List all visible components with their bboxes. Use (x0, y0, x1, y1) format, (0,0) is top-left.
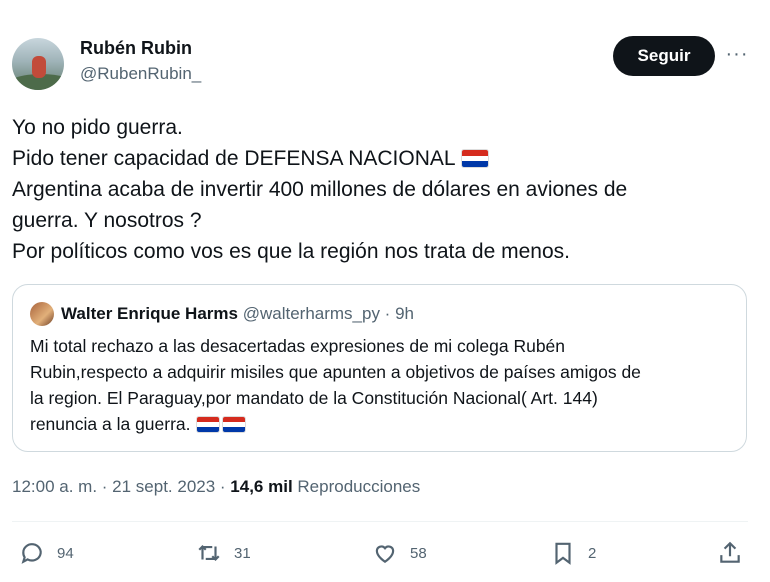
quote-line-text: renuncia a la guerra. (30, 414, 191, 434)
reply-count: 94 (57, 544, 74, 562)
bookmark-button[interactable]: 2 (550, 535, 596, 571)
share-icon (720, 541, 740, 563)
like-count: 58 (410, 544, 427, 562)
repost-icon (198, 544, 220, 562)
quote-text: Mi total rechazo a las desacertadas expr… (30, 333, 742, 437)
avatar-figure (32, 56, 46, 78)
author-handle[interactable]: @RubenRubin_ (80, 64, 201, 84)
author-avatar[interactable] (12, 38, 64, 90)
bookmark-icon (555, 542, 571, 565)
quoted-tweet[interactable]: Walter Enrique Harms @walterharms_py · 9… (12, 284, 747, 452)
reply-button[interactable]: 94 (19, 535, 74, 571)
quote-line: Rubin,respecto a adquirir misiles que ap… (30, 362, 641, 382)
quote-handle-time: @walterharms_py · 9h (242, 304, 414, 323)
views-label: Reproducciones (297, 477, 421, 496)
quote-header: Walter Enrique Harms @walterharms_py · 9… (61, 303, 414, 325)
quote-line: Mi total rechazo a las desacertadas expr… (30, 336, 566, 356)
reply-icon (21, 543, 42, 564)
tweet-meta: 12:00 a. m. · 21 sept. 2023 · 14,6 mil R… (12, 477, 420, 497)
tweet-line: Pido tener capacidad de DEFENSA NACIONAL (12, 143, 732, 174)
tweet-line: Argentina acaba de invertir 400 millones… (12, 178, 628, 201)
repost-count: 31 (234, 544, 251, 562)
paraguay-flag-icon (222, 417, 245, 432)
paraguay-flag-icon (461, 150, 488, 167)
tweet-line-text: Pido tener capacidad de DEFENSA NACIONAL (12, 147, 456, 170)
paraguay-flag-icon (196, 417, 219, 432)
tweet-timestamp[interactable]: 12:00 a. m. · 21 sept. 2023 · (12, 477, 230, 496)
like-button[interactable]: 58 (372, 535, 427, 571)
repost-button[interactable]: 31 (196, 535, 251, 571)
follow-button[interactable]: Seguir (613, 36, 715, 76)
tweet-line: Por políticos como vos es que la región … (12, 240, 570, 263)
quote-line: la region. El Paraguay,por mandato de la… (30, 388, 598, 408)
tweet-line: Yo no pido guerra. (12, 116, 183, 139)
share-button[interactable] (717, 535, 743, 571)
tweet-text: Yo no pido guerra. Pido tener capacidad … (12, 112, 732, 267)
divider (12, 521, 748, 522)
quote-line: renuncia a la guerra. (30, 411, 742, 437)
quote-author-avatar (30, 302, 54, 326)
action-bar: 94 31 58 2 (0, 535, 770, 571)
bookmark-count: 2 (588, 544, 597, 562)
heart-icon (375, 545, 395, 563)
tweet-line: guerra. Y nosotros ? (12, 209, 202, 232)
author-name[interactable]: Rubén Rubin (80, 38, 192, 58)
more-options-icon[interactable]: ··· (724, 44, 750, 68)
quote-author-name: Walter Enrique Harms (61, 304, 238, 323)
views-count: 14,6 mil (230, 477, 293, 496)
